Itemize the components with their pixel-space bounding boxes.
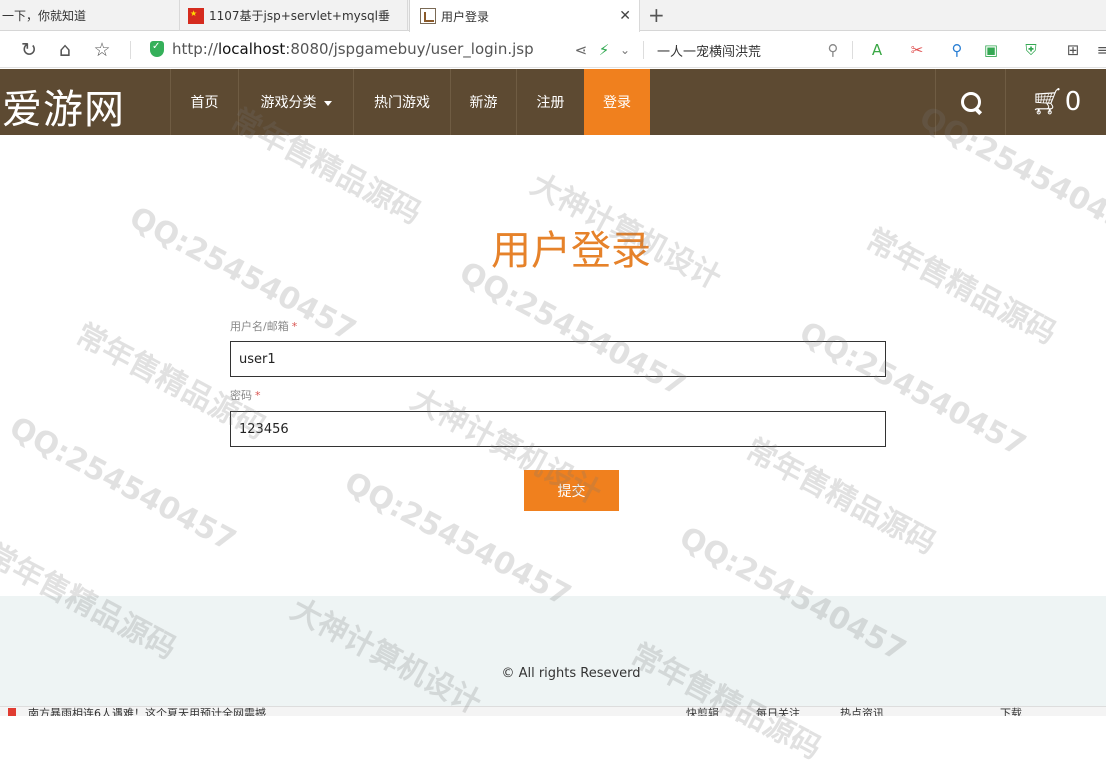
url-host: localhost xyxy=(217,40,286,58)
nav-label: 注册 xyxy=(536,95,565,111)
divider xyxy=(643,41,644,59)
nav-label: 热门游戏 xyxy=(374,95,430,111)
status-news[interactable]: 南方暴雨相连6人遇难！这个夏天用预计全网震撼 xyxy=(28,707,266,716)
menu-icon[interactable]: ≡ xyxy=(1092,39,1106,61)
copyright-text: © All rights Reseverd xyxy=(501,666,641,681)
share-icon[interactable]: ⋖ xyxy=(570,39,592,61)
browser-toolbar: ↻ ⌂ ☆ http://localhost:8080/jspgamebuy/u… xyxy=(0,32,1106,68)
browser-tab-1[interactable]: 一下，你就知道 xyxy=(0,0,180,31)
close-tab-icon[interactable]: ✕ xyxy=(619,8,631,24)
home-icon[interactable]: ⌂ xyxy=(53,38,77,62)
browser-tabstrip: 一下，你就知道 1107基于jsp+servlet+mysql垂 用户登录 ✕ … xyxy=(0,0,1106,32)
chevron-down-icon[interactable]: ⌄ xyxy=(614,39,636,61)
caret-down-icon xyxy=(323,100,332,106)
nav-hot-games[interactable]: 热门游戏 xyxy=(353,69,450,135)
url-path: :8080/jspgamebuy/user_login.jsp xyxy=(285,40,534,58)
password-input[interactable] xyxy=(230,411,886,447)
password-label: 密码 * xyxy=(230,387,261,403)
reload-icon[interactable]: ↻ xyxy=(17,38,41,62)
address-bar[interactable]: http://localhost:8080/jspgamebuy/user_lo… xyxy=(150,40,534,58)
browser-tab-2[interactable]: 1107基于jsp+servlet+mysql垂 xyxy=(181,0,408,31)
divider xyxy=(852,41,853,59)
nav-label: 登录 xyxy=(603,95,631,111)
site-footer xyxy=(0,596,1106,706)
nav-new-games[interactable]: 新游 xyxy=(450,69,516,135)
divider xyxy=(130,41,131,59)
lightning-icon[interactable]: ⚡ xyxy=(593,39,615,61)
magnifier-icon[interactable]: ⚲ xyxy=(946,39,968,61)
tab-label: 1107基于jsp+servlet+mysql垂 xyxy=(209,9,390,23)
new-tab-button[interactable]: + xyxy=(648,3,665,27)
site-logo[interactable]: 爱游网 xyxy=(2,77,125,135)
star-icon[interactable]: ☆ xyxy=(90,38,114,62)
url-prefix: http:// xyxy=(172,40,218,58)
browser-statusbar: 南方暴雨相连6人遇难！这个夏天用预计全网震撼 快剪辑 每日关注 热点资讯 下载 xyxy=(0,706,1106,716)
china-flag-icon xyxy=(188,7,204,24)
site-navbar: 爱游网 首页 游戏分类 热门游戏 新游 注册 登录 🛒︎ 0 xyxy=(0,69,1106,135)
tab-label: 一下，你就知道 xyxy=(2,9,87,23)
watermark: QQ:254540457 xyxy=(453,255,692,404)
cart-icon: 🛒︎ xyxy=(1030,87,1064,117)
required-mark: * xyxy=(255,389,261,402)
nav-register[interactable]: 注册 xyxy=(516,69,584,135)
submit-button[interactable]: 提交 xyxy=(524,470,619,511)
search-icon[interactable]: ⚲ xyxy=(822,39,844,61)
shield-icon[interactable]: ⛨ xyxy=(1020,39,1042,61)
nav-categories[interactable]: 游戏分类 xyxy=(238,69,353,135)
search-icon xyxy=(960,91,982,113)
news-icon xyxy=(8,708,16,716)
password-label-text: 密码 xyxy=(230,389,252,402)
gamepad-icon[interactable]: ▣ xyxy=(980,39,1002,61)
username-label: 用户名/邮箱 * xyxy=(230,318,297,334)
secure-shield-icon xyxy=(150,41,164,57)
nav-label: 游戏分类 xyxy=(260,95,317,111)
nav-home[interactable]: 首页 xyxy=(170,69,238,135)
nav-label: 新游 xyxy=(469,95,498,111)
cart-count: 0 xyxy=(1064,87,1082,117)
nav-login[interactable]: 登录 xyxy=(584,69,650,135)
apps-grid-icon[interactable]: ⊞ xyxy=(1062,39,1084,61)
watermark: QQ:254540457 xyxy=(3,410,242,559)
scissors-icon[interactable]: ✂ xyxy=(906,39,928,61)
username-input[interactable] xyxy=(230,341,886,377)
page-favicon-icon xyxy=(420,8,436,24)
tab-label: 用户登录 xyxy=(441,9,490,24)
page-title: 用户登录 xyxy=(491,228,651,274)
status-item[interactable]: 下载 xyxy=(1000,707,1022,716)
username-label-text: 用户名/邮箱 xyxy=(230,320,289,333)
site-search-button[interactable] xyxy=(935,69,1005,135)
cart-button[interactable]: 🛒︎ 0 xyxy=(1005,69,1106,135)
status-item[interactable]: 每日关注 xyxy=(756,707,800,716)
hot-search-text[interactable]: 一人一宠横闯洪荒 xyxy=(657,41,761,60)
browser-tab-active[interactable]: 用户登录 ✕ xyxy=(409,0,640,32)
required-mark: * xyxy=(291,320,298,333)
status-item[interactable]: 快剪辑 xyxy=(686,707,719,716)
nav-label: 首页 xyxy=(190,95,219,111)
status-item[interactable]: 热点资讯 xyxy=(840,707,884,716)
translate-icon[interactable]: A xyxy=(866,39,888,61)
